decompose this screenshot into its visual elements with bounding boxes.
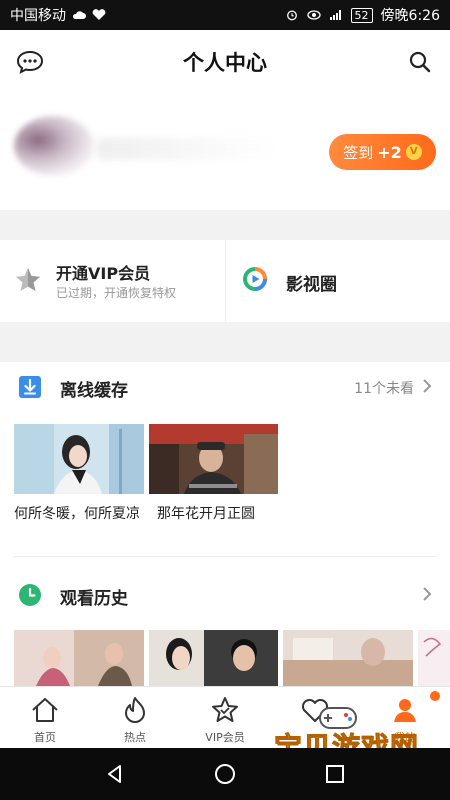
nav-label: 我的 (394, 731, 416, 744)
video-caption: 那年花开月正圆 (157, 506, 255, 522)
chat-bubble-icon[interactable] (16, 50, 44, 74)
history-thumbnail[interactable] (14, 630, 144, 686)
watch-history-title: 观看历史 (60, 589, 128, 609)
offline-cache-header[interactable]: 离线缓存 11个未看 (0, 364, 450, 410)
heart-pulse-icon (92, 9, 106, 20)
checkin-button[interactable]: 签到 +2 V (329, 134, 436, 170)
alarm-icon (286, 10, 297, 21)
vip-membership-entry[interactable]: 开通VIP会员 已过期，开通恢复特权 (0, 240, 225, 322)
film-circle-title: 影视圈 (286, 275, 337, 295)
battery-indicator: 52 (350, 7, 373, 23)
profile-card[interactable]: 签到 +2 V (0, 94, 450, 210)
recents-icon[interactable] (324, 763, 346, 785)
bottom-navigation: 首页 热点 VIP会员 我的 (0, 686, 450, 748)
carrier-info: 中国移动 (10, 5, 106, 25)
unwatched-count: 11个未看 (354, 381, 414, 397)
chevron-right-icon (423, 379, 432, 393)
history-thumbnail[interactable] (283, 630, 413, 686)
play-circle-icon (243, 267, 267, 291)
vip-row: 开通VIP会员 已过期，开通恢复特权 影视圈 (0, 240, 450, 322)
avatar[interactable] (14, 116, 94, 176)
carrier-name: 中国移动 (10, 8, 66, 24)
vip-title: 开通VIP会员 (56, 264, 151, 283)
clock: 傍晚6:26 (380, 8, 440, 24)
thumbnail-image (283, 630, 413, 686)
profile-icon (394, 699, 416, 722)
system-navigation-bar (0, 748, 450, 800)
watch-history-header[interactable]: 观看历史 (0, 572, 450, 618)
history-thumbnail[interactable] (418, 630, 450, 686)
signal-4g-icon (329, 10, 341, 20)
status-right: 52 傍晚6:26 (285, 5, 440, 25)
notification-dot (430, 691, 440, 701)
checkin-bonus: +2 (377, 142, 402, 162)
video-caption: 何所冬暖，何所夏凉 (14, 506, 140, 522)
nav-profile[interactable]: 我的 (360, 687, 450, 748)
nav-label: 热点 (124, 731, 146, 744)
app-screen: 中国移动 52 傍晚6:26 个人中心 签到 +2 V 开通VIP会员 已过期，… (0, 0, 450, 800)
eye-icon (306, 10, 321, 20)
clock-icon (19, 584, 41, 606)
section-gap (0, 322, 450, 362)
nav-label: 首页 (34, 731, 56, 744)
heart-icon (301, 698, 329, 722)
video-thumbnail[interactable] (149, 424, 278, 494)
thumbnail-image (418, 630, 450, 686)
section-gap (0, 210, 450, 240)
star-icon (16, 268, 40, 291)
cloud-icon (72, 11, 86, 19)
nav-hot[interactable]: 热点 (90, 687, 180, 748)
vip-subtitle: 已过期，开通恢复特权 (56, 286, 177, 300)
vip-star-icon (212, 697, 238, 722)
thumbnail-image (149, 630, 278, 686)
download-icon (19, 376, 41, 398)
nav-label: VIP会员 (205, 731, 245, 744)
search-icon[interactable] (408, 50, 432, 74)
nav-home[interactable]: 首页 (0, 687, 90, 748)
chevron-right-icon (423, 587, 432, 601)
home-button-icon[interactable] (214, 763, 236, 785)
nav-favorites[interactable] (270, 687, 360, 748)
page-header: 个人中心 (0, 30, 450, 94)
divider (14, 556, 436, 557)
home-icon (32, 698, 58, 722)
history-thumbnail[interactable] (149, 630, 278, 686)
checkin-label: 签到 (343, 143, 374, 162)
thumbnail-image (149, 424, 278, 494)
flame-icon (125, 697, 145, 723)
video-thumbnail[interactable] (14, 424, 144, 494)
film-circle-entry[interactable]: 影视圈 (225, 240, 450, 322)
nav-vip[interactable]: VIP会员 (180, 687, 270, 748)
back-icon[interactable] (104, 763, 126, 785)
coin-icon: V (405, 144, 422, 160)
username (96, 138, 276, 160)
offline-cache-title: 离线缓存 (60, 381, 128, 401)
thumbnail-image (14, 424, 144, 494)
thumbnail-image (14, 630, 144, 686)
status-bar: 中国移动 52 傍晚6:26 (0, 0, 450, 30)
page-title: 个人中心 (183, 51, 267, 75)
